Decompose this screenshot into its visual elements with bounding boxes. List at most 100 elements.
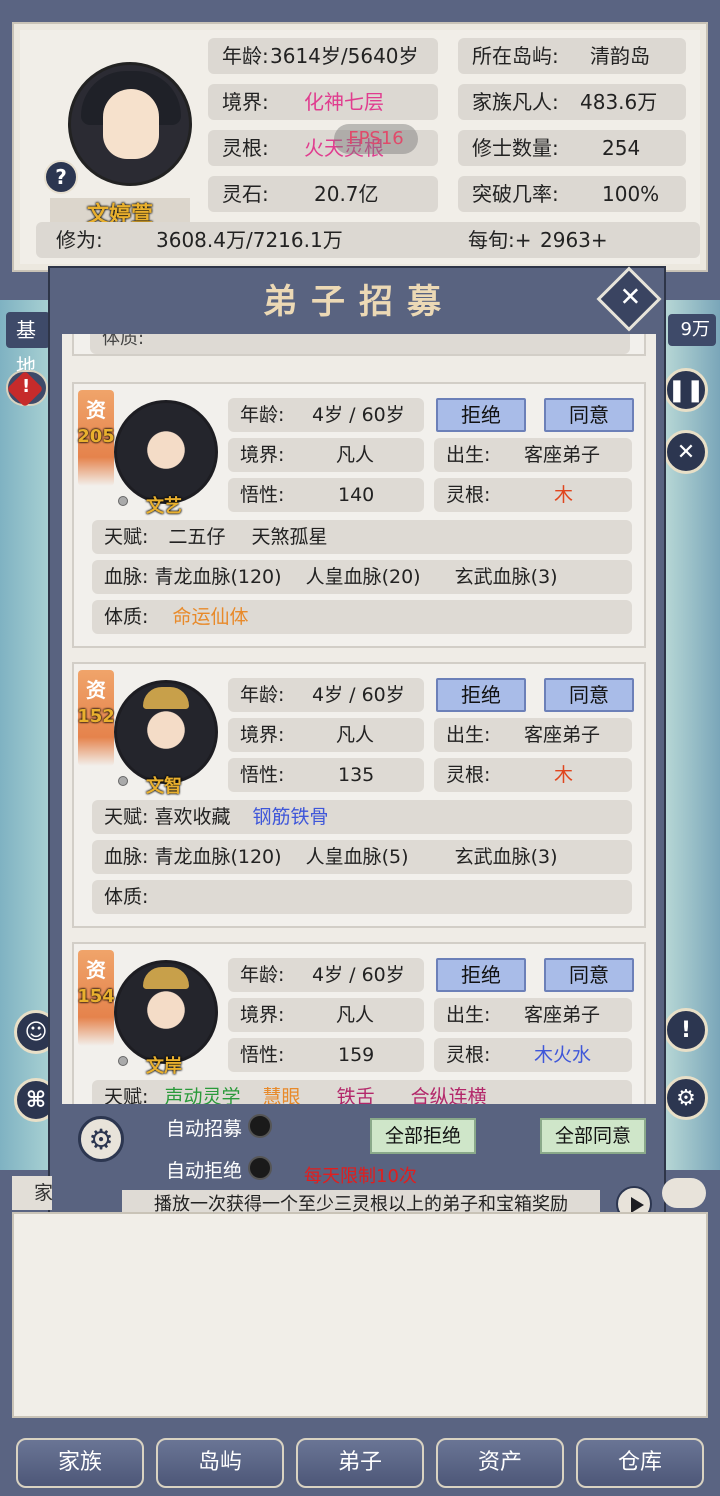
status-dot bbox=[118, 1056, 128, 1066]
status-dot bbox=[118, 496, 128, 506]
pause-button[interactable]: ❚❚ bbox=[664, 368, 708, 412]
crown-ornament bbox=[143, 967, 189, 989]
map-right-value: 9万 bbox=[668, 314, 716, 346]
auto-reject-label: 自动拒绝 bbox=[166, 1160, 243, 1182]
disciple-list[interactable]: 体质: 资 205 文艺 年龄: 4岁 / 60岁 拒绝 同意 境界: 凡人 出… bbox=[62, 334, 656, 1104]
accept-all-button[interactable]: 全部同意 bbox=[540, 1118, 646, 1154]
stat-island: 所在岛屿: 清韵岛 bbox=[458, 38, 686, 74]
origin-label: 出生: bbox=[446, 1004, 491, 1026]
stat-cultivators-label: 修士数量: bbox=[472, 136, 559, 160]
auto-recruit-label: 自动招募 bbox=[166, 1118, 243, 1140]
bloodline-label: 血脉: bbox=[104, 846, 149, 868]
reject-button[interactable]: 拒绝 bbox=[436, 678, 526, 712]
modal-footer: ⚙ 自动招募 自动拒绝 全部拒绝 全部同意 每天限制10次 播放一次获得一个至少… bbox=[50, 1106, 668, 1226]
age-value: 4岁 / 60岁 bbox=[312, 404, 405, 426]
realm-label: 境界: bbox=[240, 1004, 285, 1026]
root-label: 灵根: bbox=[446, 484, 491, 506]
bloodline-item: 玄武血脉(3) bbox=[454, 566, 558, 588]
cultivation-value: 3608.4万/7216.1万 bbox=[156, 228, 343, 252]
talent-item: 合纵连横 bbox=[410, 1086, 487, 1104]
fps-counter: FPS16 bbox=[334, 124, 418, 154]
insight-cell: 悟性: 159 bbox=[228, 1038, 424, 1072]
root-label: 灵根: bbox=[446, 764, 491, 786]
stat-stone: 灵石: 20.7亿 bbox=[208, 176, 438, 212]
talent-item: 铁舌 bbox=[336, 1086, 375, 1104]
cultivation-label: 修为: bbox=[56, 228, 103, 252]
help-button[interactable]: ? bbox=[44, 160, 78, 194]
origin-value: 客座弟子 bbox=[524, 1004, 601, 1026]
reject-button[interactable]: 拒绝 bbox=[436, 398, 526, 432]
disciple-portrait[interactable] bbox=[114, 400, 218, 504]
character-avatar[interactable] bbox=[68, 62, 192, 186]
nav-assets[interactable]: 资产 bbox=[436, 1438, 564, 1488]
stat-realm: 境界: 化神七层 bbox=[208, 84, 438, 120]
reject-button[interactable]: 拒绝 bbox=[436, 958, 526, 992]
talent-row: 天赋: 二五仔 天煞孤星 bbox=[92, 520, 632, 554]
disciple-card: 资 154 文岸 年龄: 4岁 / 60岁 拒绝 同意 境界: 凡人 出生: 客… bbox=[72, 942, 646, 1104]
constitution-value: 命运仙体 bbox=[172, 606, 249, 628]
auto-reject-toggle[interactable] bbox=[248, 1156, 272, 1180]
talent-row: 天赋: 喜欢收藏 钢筋铁骨 bbox=[92, 800, 632, 834]
figure-icon: ☺ bbox=[24, 1019, 48, 1045]
bloodline-row: 血脉: 青龙血脉(120) 人皇血脉(20) 玄武血脉(3) bbox=[92, 560, 632, 594]
bloodline-label: 血脉: bbox=[104, 566, 149, 588]
settings-side-button[interactable]: ⚙ bbox=[664, 1076, 708, 1120]
insight-cell: 悟性: 140 bbox=[228, 478, 424, 512]
accept-button[interactable]: 同意 bbox=[544, 958, 634, 992]
nav-disciples[interactable]: 弟子 bbox=[296, 1438, 424, 1488]
aptitude-value: 154 bbox=[77, 986, 115, 1007]
age-label: 年龄: bbox=[240, 964, 285, 986]
constitution-row: 体质: 命运仙体 bbox=[92, 600, 632, 634]
gear-icon: ⚙ bbox=[676, 1085, 696, 1111]
cultivation-bar: 修为: 3608.4万/7216.1万 每旬:+ 2963+(825.94%) bbox=[36, 222, 700, 288]
realm-value: 凡人 bbox=[336, 1004, 375, 1026]
age-cell: 年龄: 4岁 / 60岁 bbox=[228, 958, 424, 992]
origin-cell: 出生: 客座弟子 bbox=[434, 718, 632, 752]
auto-recruit-toggle[interactable] bbox=[248, 1114, 272, 1138]
close-icon: ✕ bbox=[676, 439, 696, 465]
bottom-nav: 家族 岛屿 弟子 资产 仓库 bbox=[0, 1432, 720, 1496]
insight-value: 135 bbox=[338, 764, 375, 786]
alert-side-button[interactable]: ! bbox=[664, 1008, 708, 1052]
stat-breakthrough: 突破几率: 100% bbox=[458, 176, 686, 212]
aptitude-label: 资 bbox=[86, 958, 106, 982]
close-side-button[interactable]: ✕ bbox=[664, 430, 708, 474]
talent-item: 天煞孤星 bbox=[251, 526, 328, 548]
stat-cultivators: 修士数量: 254 bbox=[458, 130, 686, 166]
exclamation-icon: ! bbox=[680, 1017, 692, 1043]
map-warning-button[interactable] bbox=[6, 370, 48, 408]
stat-family-label: 家族凡人: bbox=[472, 90, 559, 114]
aptitude-label: 资 bbox=[86, 678, 106, 702]
recruit-settings-button[interactable]: ⚙ bbox=[78, 1116, 124, 1162]
character-panel: ? 文婷萱 年龄: 3614岁/5640岁 境界: 化神七层 灵根: 火天灵根 … bbox=[12, 22, 708, 288]
disciple-portrait[interactable] bbox=[114, 680, 218, 784]
constitution-row: 体质: bbox=[92, 880, 632, 914]
stat-age: 年龄: 3614岁/5640岁 bbox=[208, 38, 438, 74]
daily-limit-text: 每天限制10次 bbox=[304, 1166, 417, 1187]
accept-button[interactable]: 同意 bbox=[544, 678, 634, 712]
bloodline-item: 玄武血脉(3) bbox=[454, 846, 558, 868]
lower-tab[interactable]: 家 bbox=[12, 1176, 53, 1210]
nav-warehouse[interactable]: 仓库 bbox=[576, 1438, 704, 1488]
realm-label: 境界: bbox=[240, 444, 285, 466]
stat-realm-value: 化神七层 bbox=[304, 90, 384, 114]
stat-family-value: 483.6万 bbox=[580, 90, 658, 114]
stat-age-value: 3614岁/5640岁 bbox=[270, 44, 419, 68]
reject-all-button[interactable]: 全部拒绝 bbox=[370, 1118, 476, 1154]
nav-family[interactable]: 家族 bbox=[16, 1438, 144, 1488]
accept-button[interactable]: 同意 bbox=[544, 398, 634, 432]
map-base-label[interactable]: 基地 bbox=[6, 312, 50, 378]
nav-island[interactable]: 岛屿 bbox=[156, 1438, 284, 1488]
disciple-name: 文艺 bbox=[146, 496, 182, 517]
previous-card-partial: 体质: bbox=[72, 334, 646, 356]
gear-icon: ⚙ bbox=[88, 1122, 114, 1156]
realm-cell: 境界: 凡人 bbox=[228, 718, 424, 752]
warning-icon bbox=[6, 370, 44, 408]
bloodline-item: 人皇血脉(5) bbox=[305, 846, 409, 868]
age-value: 4岁 / 60岁 bbox=[312, 964, 405, 986]
realm-cell: 境界: 凡人 bbox=[228, 438, 424, 472]
aptitude-badge: 资 152 bbox=[77, 670, 115, 766]
disciple-portrait[interactable] bbox=[114, 960, 218, 1064]
age-label: 年龄: bbox=[240, 404, 285, 426]
root-value: 木火水 bbox=[534, 1044, 592, 1066]
